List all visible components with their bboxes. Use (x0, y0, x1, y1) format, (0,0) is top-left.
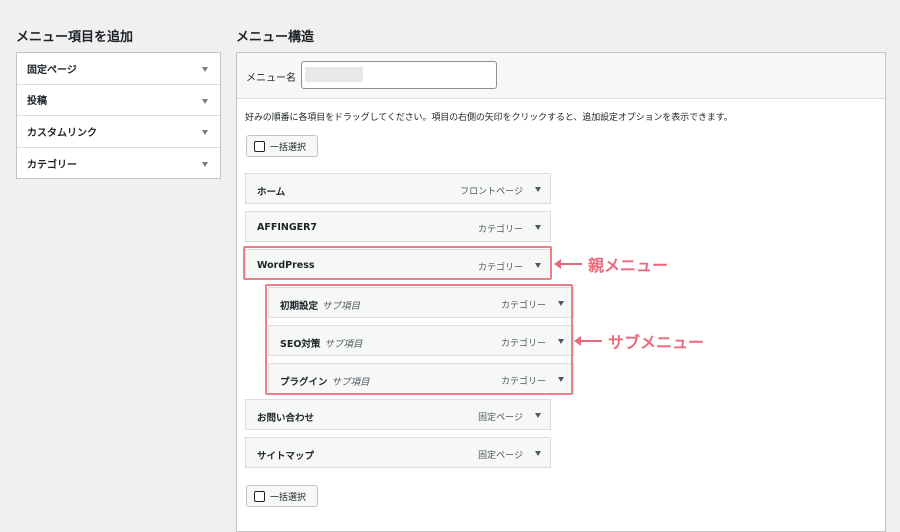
checkbox[interactable] (254, 140, 265, 152)
menu-item-type: 固定ページ (478, 451, 523, 461)
blurred-menu-name (305, 67, 363, 82)
left-arrow-icon (554, 259, 582, 269)
accordion-custom-links[interactable]: カスタムリンク (17, 116, 220, 148)
menu-structure-heading: メニュー構造 (236, 30, 315, 45)
accordion-label: 固定ページ (27, 64, 77, 76)
parent-menu-annotation: 親メニュー (554, 252, 669, 276)
accordion-label: カスタムリンク (27, 127, 97, 139)
menu-item-affinger7[interactable]: AFFINGER7 カテゴリー (245, 211, 551, 242)
menu-item-contact[interactable]: お問い合わせ 固定ページ (245, 399, 551, 430)
menu-item-title: ホーム (257, 187, 286, 198)
menu-item-title: お問い合わせ (257, 413, 315, 424)
left-arrow-icon (574, 336, 602, 346)
triangle-down-icon[interactable] (535, 451, 541, 456)
triangle-down-icon (202, 67, 208, 72)
checkbox[interactable] (254, 490, 265, 502)
sub-menu-label: サブメニュー (608, 333, 705, 352)
accordion-label: カテゴリー (27, 159, 77, 171)
menu-name-bar: メニュー名 (237, 53, 885, 99)
bulk-select-button-top[interactable]: 一括選択 (246, 135, 318, 157)
sub-menu-annotation: サブメニュー (574, 329, 705, 353)
menu-instructions: 好みの順番に各項目をドラッグしてください。項目の右側の矢印をクリックすると、追加… (245, 113, 733, 123)
accordion-posts[interactable]: 投稿 (17, 85, 220, 116)
sub-menu-highlight (265, 284, 573, 395)
bulk-select-button-bottom[interactable]: 一括選択 (246, 485, 318, 507)
menu-item-type: 固定ページ (478, 413, 523, 423)
menu-item-type: カテゴリー (477, 225, 523, 235)
accordion-label: 投稿 (27, 96, 47, 108)
triangle-down-icon (202, 98, 208, 104)
add-menu-items-panel: 固定ページ 投稿 カスタムリンク カテゴリー (16, 52, 221, 179)
accordion-categories[interactable]: カテゴリー (17, 148, 220, 180)
triangle-down-icon[interactable] (535, 187, 541, 192)
menu-item-sitemap[interactable]: サイトマップ 固定ページ (245, 437, 551, 468)
triangle-down-icon[interactable] (535, 225, 541, 230)
menu-item-title: サイトマップ (257, 451, 315, 462)
menu-item-type: フロントページ (460, 187, 523, 197)
menu-item-home[interactable]: ホーム フロントページ (245, 173, 551, 204)
add-menu-items-heading: メニュー項目を追加 (16, 30, 134, 45)
triangle-down-icon (202, 161, 208, 167)
triangle-down-icon (202, 130, 208, 135)
accordion-pages[interactable]: 固定ページ (17, 53, 220, 85)
parent-menu-highlight (243, 246, 552, 280)
parent-menu-label: 親メニュー (588, 256, 669, 275)
triangle-down-icon[interactable] (535, 413, 541, 418)
bulk-select-label: 一括選択 (270, 142, 307, 153)
bulk-select-label: 一括選択 (270, 492, 307, 503)
menu-name-label: メニュー名 (246, 73, 296, 84)
menu-item-title: AFFINGER7 (257, 222, 318, 233)
